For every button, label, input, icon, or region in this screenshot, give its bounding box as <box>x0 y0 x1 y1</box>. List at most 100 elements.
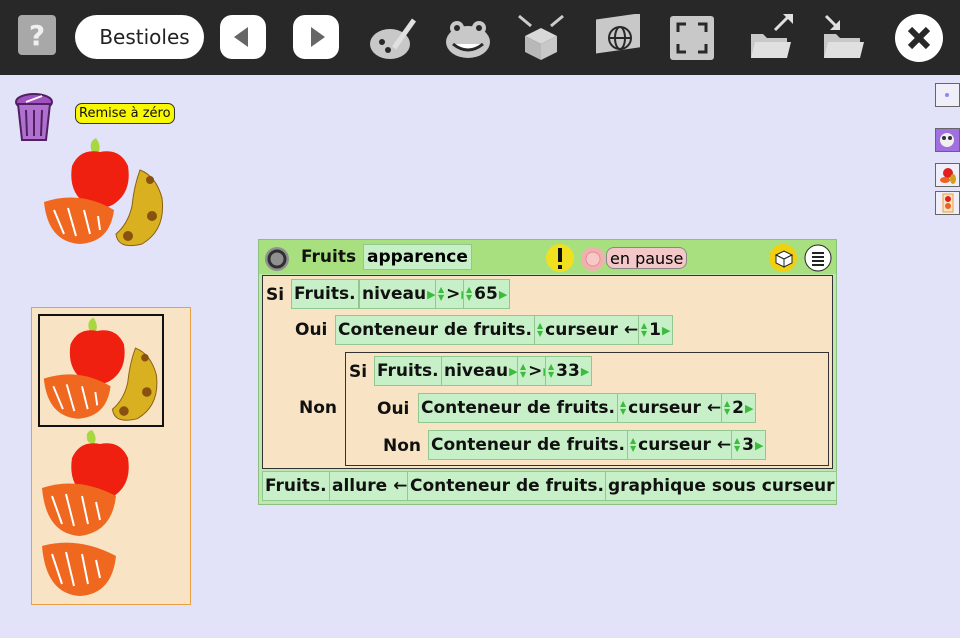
container-slot-2[interactable] <box>40 430 140 540</box>
back-icon <box>234 27 248 47</box>
arrow-right-icon: ▶ <box>498 287 508 301</box>
non2-value: 3 <box>742 435 754 455</box>
box-icon <box>518 14 564 60</box>
up-down-icon: ▲ ▼ <box>438 285 445 302</box>
oui2-property-tile[interactable]: ▲ ▼ curseur ← <box>617 393 725 423</box>
oui1-property-tile[interactable]: ▲ ▼ curseur ← <box>534 315 642 345</box>
cond1-operator: > <box>446 284 461 304</box>
fullscreen-button[interactable] <box>668 14 716 62</box>
paint-icon <box>370 18 417 59</box>
robot-costume[interactable]: apparence <box>363 244 472 270</box>
non2-object-tile[interactable]: Conteneur de fruits. <box>428 430 628 460</box>
cond2-property-tile[interactable]: niveau ▶ <box>441 356 521 386</box>
toolbar: ? Bestioles <box>0 0 960 75</box>
up-down-icon: ▲ ▼ <box>620 399 627 416</box>
fruits-image[interactable] <box>40 138 170 250</box>
globe-button[interactable] <box>592 14 644 64</box>
fruits-icon <box>940 168 956 184</box>
then-label-2: Oui <box>377 399 410 419</box>
container-slot-3[interactable] <box>40 540 120 598</box>
up-down-icon: ▲ ▼ <box>724 399 731 416</box>
cond1-property-tile[interactable]: niveau ▶ <box>359 279 439 309</box>
up-down-icon: ▲ ▼ <box>630 436 637 453</box>
oui1-value-tile[interactable]: ▲ ▼ 1 ▶ <box>638 315 674 345</box>
robot-toggle-icon[interactable] <box>263 245 291 273</box>
oui2-value: 2 <box>732 398 744 418</box>
oui2-property: curseur <box>628 398 701 418</box>
save-folder-icon <box>824 14 864 58</box>
back-button[interactable] <box>220 15 266 59</box>
oui1-value: 1 <box>649 320 661 340</box>
if-label-2: Si <box>349 362 368 382</box>
frog-icon <box>446 21 490 58</box>
box-button[interactable] <box>515 12 567 64</box>
else-label: Non <box>299 398 338 418</box>
save-folder-button[interactable] <box>820 12 868 62</box>
up-down-icon: ▲ ▼ <box>734 436 741 453</box>
arrow-right-icon: ▶ <box>745 401 754 415</box>
frog-button[interactable] <box>443 14 493 64</box>
assign-arrow-icon: ← <box>706 398 722 418</box>
oui1-object-tile[interactable]: Conteneur de fruits. <box>335 315 535 345</box>
pause-icon[interactable] <box>579 245 607 273</box>
oui2-value-tile[interactable]: ▲ ▼ 2 ▶ <box>721 393 757 423</box>
thumbnail-notebook[interactable] <box>935 83 960 107</box>
robot-name: Fruits <box>301 247 357 267</box>
else-label-2: Non <box>383 436 422 456</box>
nested-condition: Si Fruits. niveau▶ ▲▼>▶ ▲▼33▶ Oui Conten… <box>345 352 829 466</box>
paint-button[interactable] <box>368 14 418 64</box>
close-button[interactable] <box>895 14 943 62</box>
thumbnail-container[interactable] <box>935 191 960 215</box>
cond2-value-tile[interactable]: ▲ ▼ 33 ▶ <box>545 356 593 386</box>
options-icon[interactable] <box>768 243 798 273</box>
oui2-object-tile[interactable]: Conteneur de fruits. <box>418 393 618 423</box>
action-source-property-tile[interactable]: graphique sous curseur <box>605 471 838 501</box>
forward-button[interactable] <box>293 15 339 59</box>
up-down-icon: ▲ ▼ <box>641 321 648 338</box>
robot-icon <box>940 133 954 147</box>
thumbnail-robot[interactable] <box>935 128 960 152</box>
action-object-tile[interactable]: Fruits. <box>262 471 330 501</box>
help-button[interactable]: ? <box>18 15 56 55</box>
cond2-property: niveau <box>444 361 509 381</box>
open-folder-icon <box>751 14 793 58</box>
menu-icon[interactable] <box>804 244 832 272</box>
non2-property-tile[interactable]: ▲ ▼ curseur ← <box>627 430 735 460</box>
assign-arrow-icon: ← <box>623 320 639 340</box>
status-badge: en pause <box>606 247 688 269</box>
action-property-tile[interactable]: allure ← <box>329 471 411 501</box>
assign-arrow-icon: ← <box>393 476 408 496</box>
arrow-right-icon: ▶ <box>755 438 764 452</box>
alert-icon <box>546 244 574 272</box>
thumbnail-fruits[interactable] <box>935 163 960 187</box>
forward-icon <box>311 27 325 47</box>
action-property: allure <box>332 476 388 496</box>
cond1-property: niveau <box>362 284 427 304</box>
cond2-operator: > <box>528 361 543 381</box>
non2-property: curseur <box>638 435 711 455</box>
if-label: Si <box>266 285 285 305</box>
title-field[interactable]: Bestioles <box>75 15 204 59</box>
cond1-value-tile[interactable]: ▲ ▼ 65 ▶ <box>463 279 511 309</box>
trash-icon[interactable] <box>12 88 58 144</box>
then-label: Oui <box>295 320 328 340</box>
program-body: Si Fruits. niveau▶ ▲▼>▶ ▲▼65▶ Oui Conten… <box>262 275 833 469</box>
robot-program[interactable]: Fruits apparence en pause Si Fruits. niv… <box>258 239 838 505</box>
up-down-icon: ▲ ▼ <box>466 285 473 302</box>
assign-arrow-icon: ← <box>716 435 732 455</box>
action-source-tile[interactable]: Conteneur de fruits. <box>407 471 607 501</box>
cond1-object-tile[interactable]: Fruits. <box>291 279 359 309</box>
open-folder-button[interactable] <box>747 12 795 62</box>
notebook-icon <box>945 93 949 97</box>
container-icon <box>942 193 954 213</box>
cond2-value: 33 <box>556 361 580 381</box>
reset-label[interactable]: Remise à zéro <box>75 103 175 124</box>
arrow-right-icon: ▶ <box>662 323 671 337</box>
globe-icon <box>596 14 640 54</box>
cond2-object-tile[interactable]: Fruits. <box>374 356 442 386</box>
cond1-value: 65 <box>474 284 498 304</box>
up-down-icon: ▲ ▼ <box>548 362 555 379</box>
non2-value-tile[interactable]: ▲ ▼ 3 ▶ <box>731 430 767 460</box>
close-icon <box>907 26 931 50</box>
arrow-right-icon: ▶ <box>580 364 590 378</box>
